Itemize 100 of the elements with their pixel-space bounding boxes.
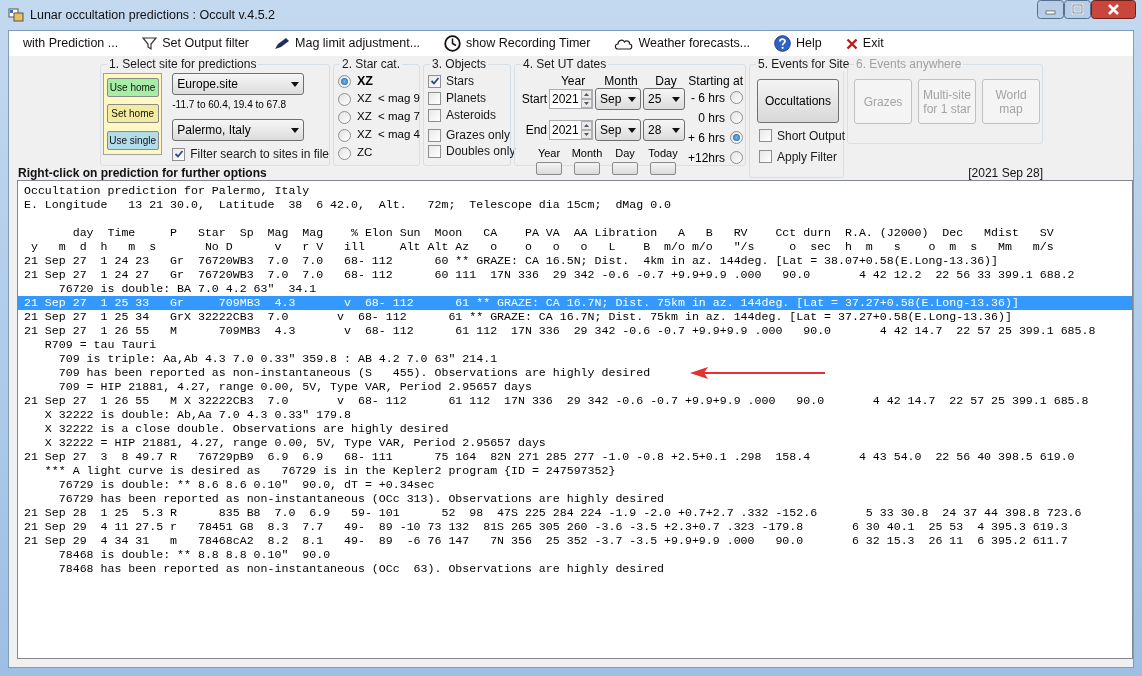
output-line[interactable]: 76720 is double: BA 7.0 4.2 63" 34.1 [18, 282, 1132, 296]
occultations-button[interactable]: Occultations [757, 79, 839, 123]
radio-button[interactable] [338, 146, 351, 160]
checkbox-label: Grazes only [446, 127, 511, 144]
button-caption: Today [648, 146, 678, 161]
site-button[interactable]: Set home [106, 104, 159, 124]
output-line[interactable]: 78468 has been reported as non-instantaneous (OCc 63). Observations are highly desired [18, 562, 1132, 576]
checkbox-label: Planets [446, 90, 487, 107]
spin-arrows-icon[interactable] [581, 90, 592, 108]
menu-item[interactable]: Set Output filter [142, 34, 250, 53]
column-label: Day [654, 73, 678, 87]
radio-label: + 6 hrs [687, 129, 725, 147]
date-button[interactable] [574, 161, 600, 175]
close-icon[interactable] [1091, 0, 1136, 19]
site-button[interactable]: Use single [106, 131, 159, 151]
checkbox[interactable] [759, 150, 772, 163]
button-caption: Month [571, 146, 603, 161]
output-line[interactable]: 21 Sep 29 4 11 27.5 r 78451 G8 8.3 7.7 49- 89 -10 73 132 81S 265 305 260 -3.6 -3.5 +2.3+0.7 .323 -179.8 6 30 40.1 25 53 4 395.3 619.3 [18, 520, 1132, 534]
dropdown[interactable]: Palermo, Italy [172, 119, 305, 141]
menu-item[interactable]: show Recording Timer [444, 34, 591, 53]
radio-label: XZ < mag 7 [357, 109, 420, 125]
group-title: 4. Set UT dates [521, 57, 609, 71]
date-button[interactable] [650, 161, 676, 175]
radio-button[interactable] [338, 92, 351, 106]
menu-item[interactable]: with Prediction ... [23, 34, 119, 53]
output-line[interactable]: 21 Sep 27 1 24 23 Gr 76720WB3 7.0 7.0 68- 112 60 ** GRAZE: CA 16.5N; Dist. 4km in az. 144deg. [Lat = 38.07+0.58(E.Long-13.36)] [18, 254, 1132, 268]
checkbox-label: Doubles only [446, 143, 516, 160]
funnel-icon [142, 36, 158, 51]
output-line[interactable]: 76729 has been reported as non-instantaneous (OCc 313). Observations are highly desired [18, 492, 1132, 506]
output-line[interactable]: 709 = HIP 21881, 4.27, range 0.00, 5V, Type VAR, Period 2.95657 days [18, 380, 1132, 394]
date-button[interactable] [612, 161, 638, 175]
output-line[interactable]: 21 Sep 29 4 34 31 m 78468cA2 8.2 8.1 49- 89 -6 76 147 7N 356 25 352 -3.7 -3.5 +9.9+9.9 .000 90.0 6 32 15.3 26 11 6 395.2 611.7 [18, 534, 1132, 548]
radio-button[interactable] [730, 131, 743, 144]
menu-item[interactable]: Exit [845, 34, 884, 53]
checkbox[interactable] [428, 108, 441, 122]
output-line[interactable]: 78468 is double: ** 8.8 8.8 0.10" 90.0 [18, 548, 1132, 562]
button-caption: Day [615, 146, 635, 161]
output-line[interactable]: 709 has been reported as non-instantaneous (S 455). Observations are highly desired [18, 366, 1132, 380]
dropdown[interactable]: 28 [643, 119, 685, 141]
minimize-icon[interactable] [1037, 0, 1064, 19]
menu-item[interactable]: Help [774, 34, 822, 53]
radio-button[interactable] [730, 151, 743, 164]
output-line[interactable]: 76729 is double: ** 8.6 8.6 0.10" 90.0, dT = +0.34sec [18, 478, 1132, 492]
dropdown[interactable]: Sep [595, 88, 641, 110]
spin-field[interactable]: 2021 [549, 89, 593, 109]
checkbox-label: Apply Filter [777, 148, 838, 166]
dropdown-caret-icon [672, 127, 680, 133]
checkbox[interactable] [428, 91, 441, 105]
output-line[interactable]: *** A light curve is desired as 76729 is in the Kepler2 program {ID = 247597352} [18, 464, 1132, 478]
dropdown[interactable]: Sep [595, 119, 641, 141]
checkbox[interactable] [759, 129, 772, 142]
checkbox-label: Stars [446, 73, 474, 90]
radio-button[interactable] [338, 128, 351, 142]
checkbox[interactable] [428, 128, 441, 142]
exit-icon [845, 37, 858, 50]
column-label: Year [559, 73, 587, 87]
radio-button[interactable] [338, 110, 351, 124]
dropdown[interactable]: 25 [643, 88, 685, 110]
output-line[interactable]: 21 Sep 27 1 26 55 M X 32222CB3 7.0 v 68- 112 61 112 17N 336 29 342 -0.6 -0.7 +9.9+9.9 .000 90.0 4 42 14.7 22 57 25 399.1 685.8 [18, 394, 1132, 408]
button-caption: Year [537, 146, 561, 161]
group-title: 1. Select site for predictions [107, 57, 259, 71]
group-title: 6. Events anywhere [854, 57, 964, 71]
menu-item[interactable]: Mag limit adjustment... [273, 34, 421, 53]
dropdown-caret-icon [628, 127, 636, 133]
radio-label: XZ < mag 9 [357, 91, 420, 107]
output-line[interactable]: X 32222 = HIP 21881, 4.27, range 0.00, 5V, Type VAR, Period 2.95657 days [18, 436, 1132, 450]
radio-label: 0 hrs [698, 109, 725, 127]
dropdown-caret-icon [672, 96, 680, 102]
output-line[interactable]: 21 Sep 27 1 26 55 M 709MB3 4.3 v 68- 112 61 112 17N 336 29 342 -0.6 -0.7 +9.9+9.9 .000 90.0 4 42 14.7 22 57 25 399.1 685.8 [18, 324, 1132, 338]
app-icon [8, 7, 24, 23]
checkbox-label: Short Output [777, 127, 846, 145]
row-label: End [524, 122, 547, 139]
dropdown-caret-icon [291, 127, 300, 133]
date-range: [2021 Sep 28] [968, 165, 1043, 182]
output-line[interactable]: 21 Sep 28 1 25 5.3 R 835 B8 7.0 6.9 59- 101 52 98 47S 225 284 224 -1.9 -2.0 +0.7+2.7 .332 -152.6 5 33 30.8 24 37 44 398.8 723.6 [18, 506, 1132, 520]
site-button[interactable]: Use home [106, 77, 159, 97]
output-line[interactable]: X 32222 is double: Ab,Aa 7.0 4.3 0.33" 179.8 [18, 408, 1132, 422]
output-line[interactable]: 21 Sep 27 1 24 27 Gr 76720WB3 7.0 7.0 68- 112 60 111 17N 336 29 342 -0.6 -0.7 +9.9+9.9 .000 90.0 4 42 12.2 22 56 33 399.1 688.2 [18, 268, 1132, 282]
output-line[interactable]: 21 Sep 27 3 8 49.7 R 76729pB9 6.9 6.9 68- 111 75 164 82N 271 285 277 -1.0 -0.8 +2.5+0.1 .298 158.4 4 43 54.0 22 56 40 398.5 619.0 [18, 450, 1132, 464]
output-line[interactable]: 709 is triple: Aa,Ab 4.3 7.0 0.33" 359.8 : AB 4.2 7.0 63" 214.1 [18, 352, 1132, 366]
output-line[interactable]: R709 = tau Tauri [18, 338, 1132, 352]
dropdown[interactable]: Europe.site [172, 73, 305, 95]
column-header: y m d h m s No D v r V ill Alt Alt Az o o o o L B m/o m/o "/s o sec h m s o m s Mm m/s [29, 240, 1055, 254]
checkbox-label: Asteroids [446, 107, 497, 124]
output-line: Occultation prediction for Palermo, Italy [24, 184, 311, 198]
output-line[interactable]: 21 Sep 27 1 25 34 GrX 32222CB3 7.0 v 68- 112 61 ** GRAZE: CA 16.7N; Dist. 75km in az. 144deg. [Lat = 37.27+0.58(E.Long-13.36)] [18, 310, 1132, 324]
checkbox[interactable] [428, 144, 441, 158]
radio-button[interactable] [338, 74, 351, 88]
radio-button[interactable] [730, 91, 743, 104]
output-line[interactable]: X 32222 is a close double. Observations are highly desired [18, 422, 1132, 436]
checkbox[interactable] [172, 147, 186, 161]
spin-arrows-icon[interactable] [581, 121, 592, 139]
dropdown-caret-icon [291, 81, 300, 87]
radio-button[interactable] [730, 111, 743, 124]
maximize-icon[interactable] [1064, 0, 1091, 19]
menu-item[interactable]: Weather forecasts... [614, 34, 751, 53]
checkbox[interactable] [428, 74, 441, 88]
date-button[interactable] [536, 161, 562, 175]
spin-field[interactable]: 2021 [549, 120, 593, 140]
group-title: 2. Star cat. [340, 57, 403, 71]
